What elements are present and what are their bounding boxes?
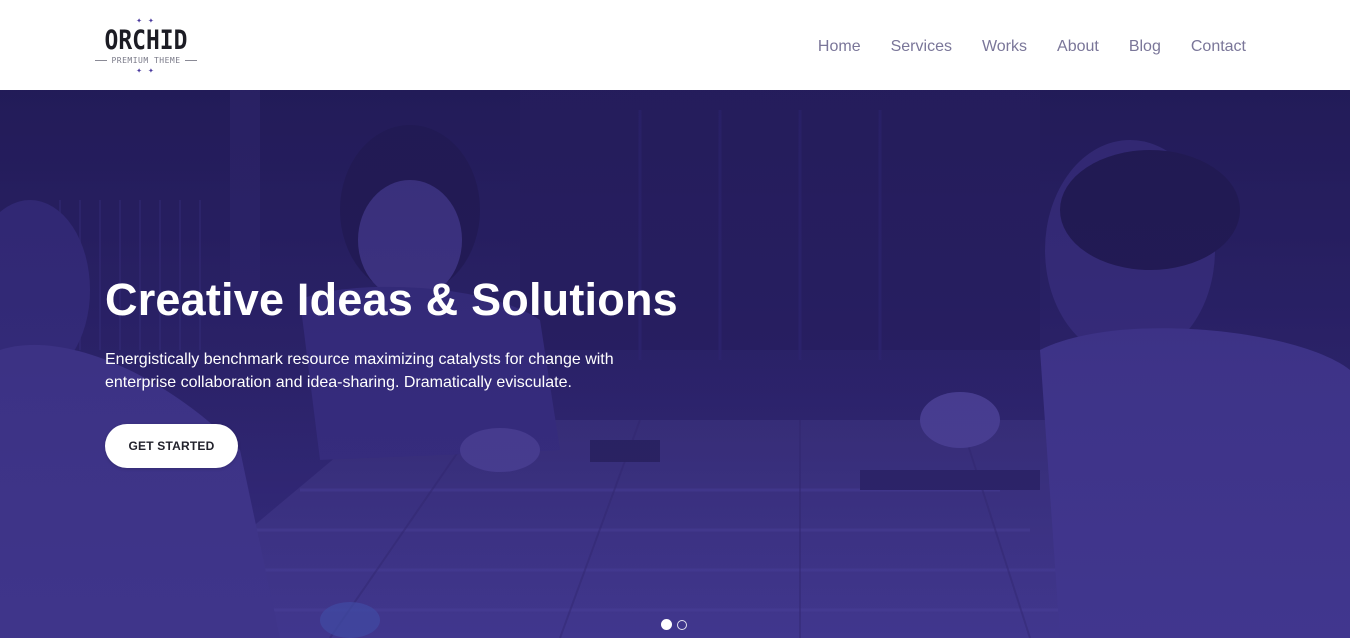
hero-content: Creative Ideas & Solutions Energisticall… — [105, 274, 745, 468]
nav-services[interactable]: Services — [891, 36, 952, 58]
nav-contact[interactable]: Contact — [1191, 36, 1246, 58]
slider-pagination — [661, 619, 687, 630]
hero-slider: Creative Ideas & Solutions Energisticall… — [0, 90, 1350, 638]
logo-tagline-row: PREMIUM THEME — [88, 55, 204, 66]
logo-rule-right — [184, 60, 197, 61]
slide-dot-2[interactable] — [677, 619, 687, 630]
logo-rule-left — [95, 60, 108, 61]
logo-wordmark: ORCHID — [104, 25, 188, 56]
get-started-button[interactable]: GET STARTED — [105, 424, 238, 468]
main-nav: Home Services Works About Blog Contact — [818, 36, 1246, 58]
nav-works[interactable]: Works — [982, 36, 1027, 58]
orchid-logo[interactable]: ✦ ✦ ORCHID PREMIUM THEME ✦ ✦ — [88, 18, 204, 78]
logo-tagline: PREMIUM THEME — [111, 56, 181, 65]
logo-stars-icon-bottom: ✦ ✦ — [136, 68, 156, 75]
hero-title: Creative Ideas & Solutions — [105, 274, 678, 325]
nav-home[interactable]: Home — [818, 36, 861, 58]
site-header: ✦ ✦ ORCHID PREMIUM THEME ✦ ✦ Home Servic… — [0, 0, 1350, 90]
nav-blog[interactable]: Blog — [1129, 36, 1161, 58]
slide-dot-1[interactable] — [661, 619, 672, 630]
nav-about[interactable]: About — [1057, 36, 1099, 58]
hero-description: Energistically benchmark resource maximi… — [105, 351, 614, 391]
